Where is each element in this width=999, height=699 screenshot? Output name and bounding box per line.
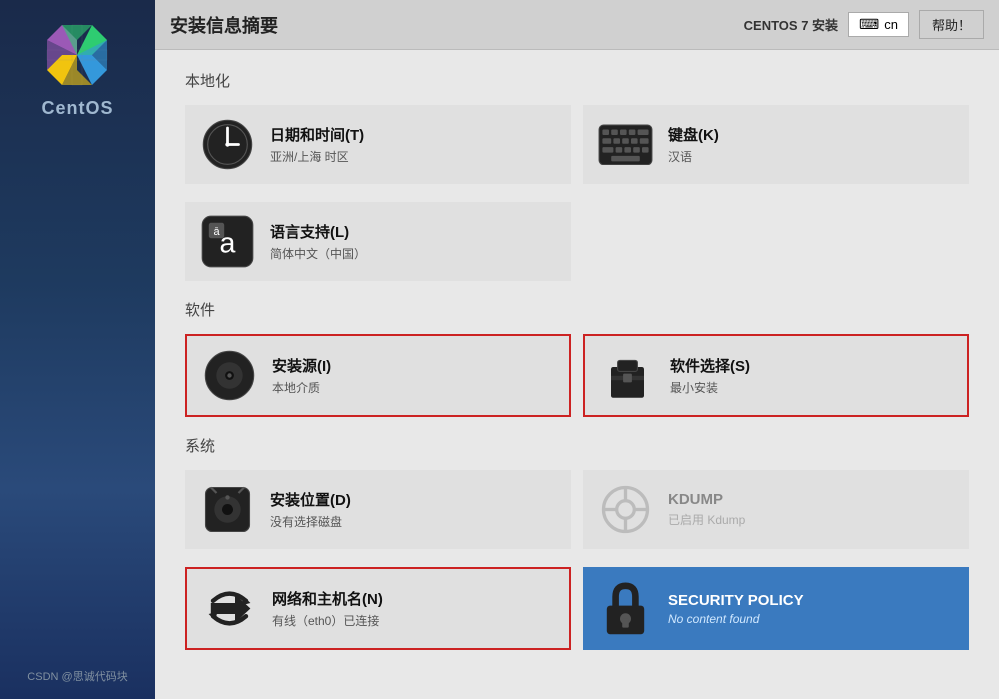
keyboard-text: 键盘(K) 汉语 (668, 124, 719, 165)
centos-logo: CentOS (41, 20, 113, 119)
disk-text: 安装位置(D) 没有选择磁盘 (270, 489, 351, 530)
security-icon (598, 581, 653, 636)
main-area: 安装信息摘要 CENTOS 7 安装 ⌨ cn 帮助！ 本地化 (155, 0, 999, 699)
kdump-text: KDUMP 已启用 Kdump (668, 491, 745, 528)
disk-title: 安装位置(D) (270, 489, 351, 510)
keyboard-title: 键盘(K) (668, 124, 719, 145)
network-text: 网络和主机名(N) 有线（eth0）已连接 (272, 588, 383, 629)
network-subtitle: 有线（eth0）已连接 (272, 612, 383, 629)
section-label-localization: 本地化 (185, 70, 969, 91)
sidebar-watermark: CSDN @思诚代码块 (27, 668, 127, 699)
kdump-subtitle: 已启用 Kdump (668, 511, 745, 528)
keyboard-subtitle: 汉语 (668, 148, 719, 165)
item-datetime[interactable]: 日期和时间(T) 亚洲/上海 时区 (185, 105, 571, 184)
software-icon (600, 348, 655, 403)
language-title: 语言支持(L) (270, 221, 366, 242)
software-subtitle: 最小安装 (670, 379, 750, 396)
svg-text:ā: ā (213, 226, 220, 238)
topbar-right: CENTOS 7 安装 ⌨ cn 帮助！ (744, 10, 984, 39)
content-area: 本地化 日期和时间(T) 亚洲/上海 时区 (155, 50, 999, 699)
source-icon (202, 348, 257, 403)
page-title: 安装信息摘要 (170, 12, 278, 38)
language-text: 语言支持(L) 简体中文（中国） (270, 221, 366, 262)
network-title: 网络和主机名(N) (272, 588, 383, 609)
source-title: 安装源(I) (272, 355, 331, 376)
language-selector[interactable]: ⌨ cn (848, 12, 909, 37)
section-label-system: 系统 (185, 435, 969, 456)
datetime-title: 日期和时间(T) (270, 124, 364, 145)
datetime-subtitle: 亚洲/上海 时区 (270, 148, 364, 165)
item-kdump[interactable]: KDUMP 已启用 Kdump (583, 470, 969, 549)
item-keyboard[interactable]: 键盘(K) 汉语 (583, 105, 969, 184)
kdump-title: KDUMP (668, 491, 745, 508)
centos-logo-text: CentOS (41, 98, 113, 119)
keyboard-icon (598, 117, 653, 172)
clock-icon (200, 117, 255, 172)
language-icon: a ā (200, 214, 255, 269)
language-subtitle: 简体中文（中国） (270, 245, 366, 262)
software-title: 软件选择(S) (670, 355, 750, 376)
item-disk[interactable]: 安装位置(D) 没有选择磁盘 (185, 470, 571, 549)
source-text: 安装源(I) 本地介质 (272, 355, 331, 396)
disk-subtitle: 没有选择磁盘 (270, 513, 351, 530)
centos-logo-icon (42, 20, 112, 90)
security-text: SECURITY POLICY No content found (668, 592, 804, 626)
item-network[interactable]: 网络和主机名(N) 有线（eth0）已连接 (185, 567, 571, 650)
keyboard-icon: ⌨ (859, 16, 879, 33)
item-security[interactable]: SECURITY POLICY No content found (583, 567, 969, 650)
item-language[interactable]: a ā 语言支持(L) 简体中文（中国） (185, 202, 571, 281)
lang-code: cn (884, 17, 898, 32)
software-text: 软件选择(S) 最小安装 (670, 355, 750, 396)
kdump-icon (598, 482, 653, 537)
item-source[interactable]: 安装源(I) 本地介质 (185, 334, 571, 417)
topbar: 安装信息摘要 CENTOS 7 安装 ⌨ cn 帮助！ (155, 0, 999, 50)
network-icon (202, 581, 257, 636)
source-subtitle: 本地介质 (272, 379, 331, 396)
security-subtitle: No content found (668, 612, 804, 626)
section-label-software: 软件 (185, 299, 969, 320)
security-title: SECURITY POLICY (668, 592, 804, 609)
datetime-text: 日期和时间(T) 亚洲/上海 时区 (270, 124, 364, 165)
disk-icon (200, 482, 255, 537)
centos-version-label: CENTOS 7 安装 (744, 15, 838, 34)
help-button[interactable]: 帮助！ (919, 10, 984, 39)
sidebar: CentOS CSDN @思诚代码块 (0, 0, 155, 699)
item-software[interactable]: 软件选择(S) 最小安装 (583, 334, 969, 417)
